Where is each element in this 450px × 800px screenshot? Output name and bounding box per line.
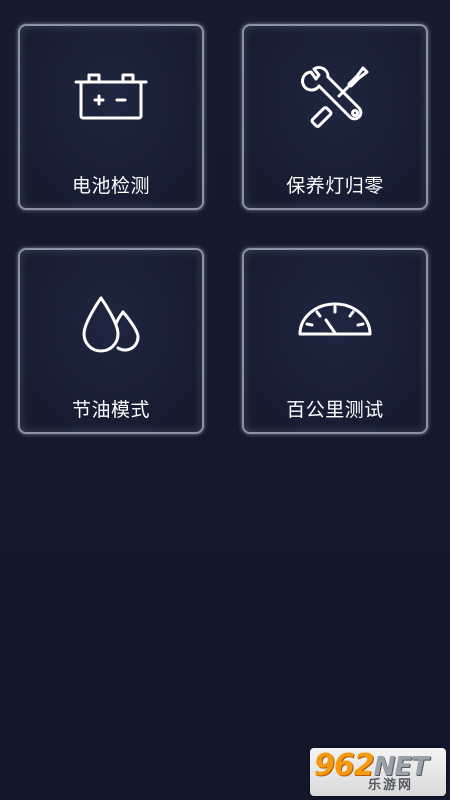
battery-check-label: 电池检测 [71,175,150,197]
site-watermark: 962NET 乐游网 [310,748,446,796]
maintenance-reset-label: 保养灯归零 [286,175,384,197]
app-screen: 电池检测 保养灯归零 节油模式 百公里测试 [0,0,450,800]
watermark-digits: 962 [314,748,375,783]
oil-drops-icon [82,296,140,353]
maintenance-reset-tile[interactable]: 保养灯归零 [242,24,428,210]
car-battery-icon [74,73,148,120]
battery-check-tile[interactable]: 电池检测 [18,24,204,210]
fuel-saving-label: 节油模式 [71,399,150,421]
watermark-caption: 乐游网 [368,778,414,793]
wrench-screwdriver-icon [301,65,369,128]
speedometer-gauge-icon [298,302,372,336]
100km-test-label: 百公里测试 [286,399,384,421]
100km-test-tile[interactable]: 百公里测试 [242,248,428,434]
fuel-saving-tile[interactable]: 节油模式 [18,248,204,434]
